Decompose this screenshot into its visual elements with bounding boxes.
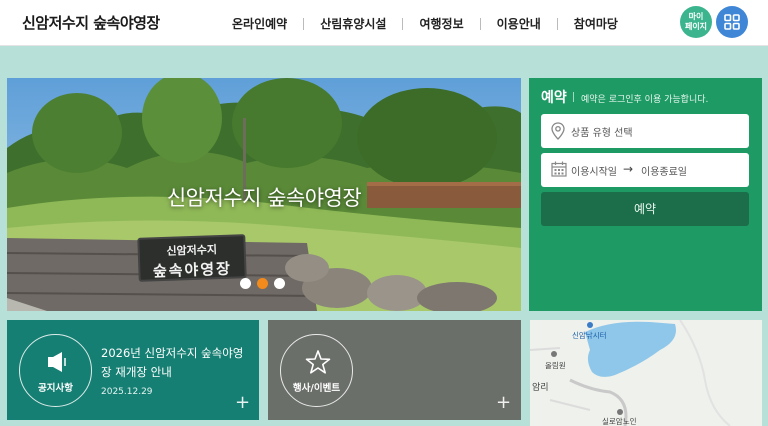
mypage-button[interactable]: 마이 페이지	[680, 6, 712, 38]
end-date-placeholder: 이용종료일	[641, 167, 687, 178]
all-menu-button[interactable]	[716, 6, 748, 38]
notice-circle: 공지사항	[19, 334, 92, 407]
campsite-sign: 신암저수지 숲속야영장	[137, 234, 247, 282]
mypage-label-line1: 마이	[688, 12, 704, 21]
reservation-title: 예약	[541, 90, 567, 106]
nav-item-recreation-facilities[interactable]: 산림휴양시설	[304, 15, 402, 32]
slide-dot-1[interactable]	[240, 278, 251, 289]
event-tile[interactable]: 행사/이벤트 +	[268, 320, 521, 420]
start-date-placeholder: 이용시작일	[571, 167, 617, 178]
grid-menu-icon	[724, 14, 740, 30]
star-icon	[305, 350, 331, 374]
map-graphic	[530, 320, 762, 426]
nav-item-usage-guide[interactable]: 이용안내	[481, 15, 557, 32]
arrow-right-icon: →	[623, 162, 634, 176]
notice-tile[interactable]: 공지사항 2026년 신암저수지 숲속야영장 재개장 안내 2025.12.29…	[7, 320, 259, 420]
slide-dot-2[interactable]	[257, 278, 268, 289]
hero-title: 신암저수지 숲속야영장	[166, 186, 362, 210]
event-label: 행사/이벤트	[292, 383, 341, 394]
notice-more-plus-icon[interactable]: +	[235, 394, 250, 412]
notice-label: 공지사항	[38, 383, 73, 394]
location-map[interactable]: 신암낚시터 올림원 암리 실로암노인	[530, 320, 762, 426]
date-range-field[interactable]: 이용시작일 → 이용종료일	[541, 153, 749, 187]
event-circle: 행사/이벤트	[280, 334, 353, 407]
reserve-button[interactable]: 예약	[541, 192, 749, 226]
main-nav: 온라인예약 산림휴양시설 여행정보 이용안내 참여마당	[216, 15, 634, 32]
mypage-label-line2: 페이지	[684, 22, 708, 31]
nav-item-community[interactable]: 참여마당	[558, 15, 634, 32]
nav-item-online-reservation[interactable]: 온라인예약	[216, 15, 303, 32]
reservation-divider	[573, 92, 574, 102]
megaphone-icon	[48, 352, 66, 372]
calendar-icon	[551, 161, 567, 177]
nav-item-travel-info[interactable]: 여행정보	[403, 15, 479, 32]
product-type-placeholder: 상품 유형 선택	[571, 128, 633, 139]
map-label-facility: 실로암노인	[602, 417, 637, 426]
notice-post-title[interactable]: 2026년 신암저수지 숲속야영장 재개장 안내	[101, 344, 251, 382]
event-more-plus-icon[interactable]: +	[496, 394, 511, 412]
map-label-village: 암리	[532, 383, 549, 393]
site-title[interactable]: 신암저수지 숲속야영장	[22, 12, 160, 33]
product-type-select[interactable]: 상품 유형 선택	[541, 114, 749, 148]
map-label-reservoir: 신암낚시터	[572, 331, 607, 340]
slider-pagination	[240, 278, 285, 289]
reservation-panel: 예약 예약은 로그인후 이용 가능합니다. 상품 유형 선택 이용시작일 → 이…	[529, 78, 762, 311]
slide-dot-3[interactable]	[274, 278, 285, 289]
notice-post-date: 2025.12.29	[101, 387, 153, 397]
map-label-place: 올림원	[545, 361, 566, 370]
site-header: 신암저수지 숲속야영장 온라인예약 산림휴양시설 여행정보 이용안내 참여마당 …	[0, 0, 768, 46]
location-pin-icon	[551, 122, 565, 140]
sign-text-line2: 숲속야영장	[152, 259, 233, 281]
hero-slider[interactable]: 신암저수지 숲속야영장 신암저수지 숲속야영장	[7, 78, 521, 311]
reservation-login-note: 예약은 로그인후 이용 가능합니다.	[581, 95, 709, 105]
